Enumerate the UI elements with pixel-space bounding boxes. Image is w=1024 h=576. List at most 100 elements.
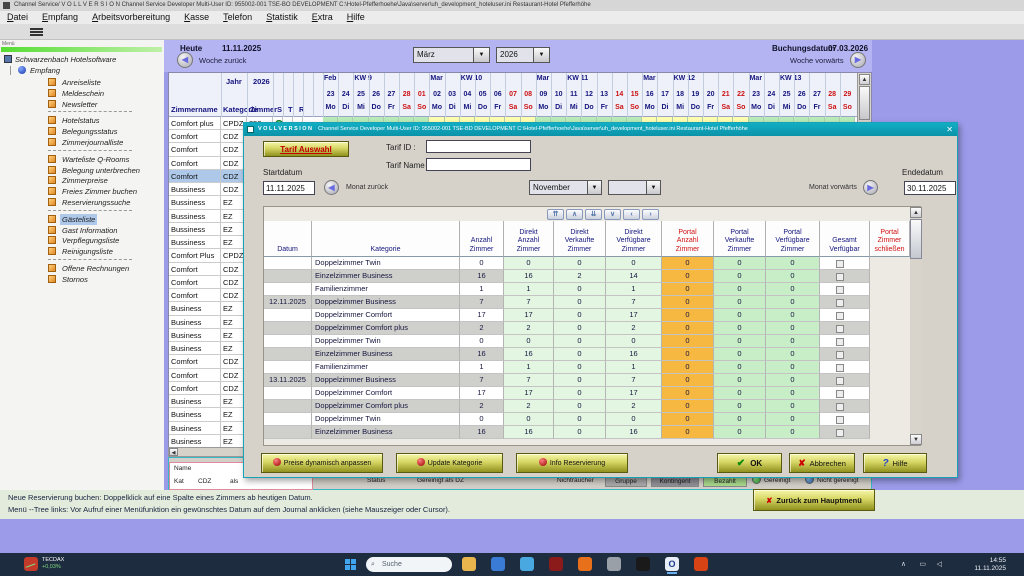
zurueck-hauptmenu-button[interactable]: ✘Zurück zum Hauptmenü xyxy=(753,489,875,511)
tray-speaker-icon[interactable]: ◁ xyxy=(937,560,942,568)
portal-schliessen-checkbox[interactable] xyxy=(836,286,844,294)
hilfe-button[interactable]: ?Hilfe xyxy=(863,453,927,473)
sidebar-item-zimmerjournalliste[interactable]: Zimmerjournalliste xyxy=(0,137,164,148)
tarif-table-row[interactable]: Doppelzimmer Twin0000000 xyxy=(264,413,910,426)
app-orange-icon[interactable] xyxy=(694,557,708,571)
tarif-table-row[interactable]: Einzelzimmer Business1616016000 xyxy=(264,348,910,361)
sidebar-item-warteliste-q-rooms[interactable]: Warteliste Q-Rooms xyxy=(0,154,164,165)
tarif-table-row[interactable]: Doppelzimmer Comfort plus2202000 xyxy=(264,400,910,413)
menu-arbeitsvorbereitung[interactable]: Arbeitsvorbereitung xyxy=(92,11,170,24)
ok-button[interactable]: ✔OK xyxy=(717,453,782,473)
start-button-icon[interactable] xyxy=(345,559,356,570)
sidebar-item-hotelstatus[interactable]: Hotelstatus xyxy=(0,115,164,126)
scroll-to-top-button[interactable]: ⇈ xyxy=(547,209,564,220)
portal-schliessen-checkbox[interactable] xyxy=(836,260,844,268)
portal-schliessen-checkbox[interactable] xyxy=(836,338,844,346)
sidebar-item-freies-zimmer-buchen[interactable]: Freies Zimmer buchen xyxy=(0,186,164,197)
scroll-to-bottom-button[interactable]: ⇊ xyxy=(585,209,602,220)
tarif-table-row[interactable]: Doppelzimmer Twin0000000 xyxy=(264,335,910,348)
scroll-thumb[interactable] xyxy=(859,86,870,120)
search-box[interactable]: ⌕ Suche xyxy=(366,557,452,572)
portal-schliessen-checkbox[interactable] xyxy=(836,325,844,333)
portal-schliessen-checkbox[interactable] xyxy=(836,416,844,424)
scroll-up-button[interactable]: ∧ xyxy=(566,209,583,220)
store-icon[interactable] xyxy=(491,557,505,571)
portal-schliessen-checkbox[interactable] xyxy=(836,403,844,411)
sidebar-item-g-steliste[interactable]: Gästeliste xyxy=(0,214,164,225)
table-scroll-thumb[interactable] xyxy=(910,219,922,259)
portal-schliessen-checkbox[interactable] xyxy=(836,364,844,372)
update-kategorie-button[interactable]: Update Kategorie xyxy=(396,453,503,473)
info-reservierung-button[interactable]: Info Reservierung xyxy=(516,453,628,473)
dialog-second-select[interactable] xyxy=(608,180,646,195)
dialog-month-arrow-icon[interactable]: ▼ xyxy=(587,180,602,195)
portal-schliessen-checkbox[interactable] xyxy=(836,390,844,398)
year-select-arrow-icon[interactable]: ▼ xyxy=(533,47,550,63)
sidebar-item-offene-rechnungen[interactable]: Offene Rechnungen xyxy=(0,263,164,274)
app-o-icon[interactable]: O xyxy=(665,557,679,571)
portal-schliessen-checkbox[interactable] xyxy=(836,429,844,437)
portal-schliessen-checkbox[interactable] xyxy=(836,312,844,320)
endedatum-input[interactable]: 30.11.2025 xyxy=(904,181,956,195)
month-select-arrow-icon[interactable]: ▼ xyxy=(473,47,490,63)
tree-root[interactable]: Schwarzenbach Hotelsoftware xyxy=(0,54,164,65)
tarif-table-row[interactable]: Doppelzimmer Comfort plus2202000 xyxy=(264,322,910,335)
tarif-table-row[interactable]: Doppelzimmer Twin0000000 xyxy=(264,257,910,270)
startdatum-input[interactable]: 11.11.2025 xyxy=(263,181,315,195)
year-select[interactable]: 2026 xyxy=(496,47,533,63)
tarif-table-row[interactable]: Einzelzimmer Business1616016000 xyxy=(264,426,910,439)
portal-schliessen-checkbox[interactable] xyxy=(836,351,844,359)
tray-display-icon[interactable]: ▭ xyxy=(919,560,926,568)
menu-kasse[interactable]: Kasse xyxy=(184,11,209,24)
tarif-table-row[interactable]: Doppelzimmer Comfort1717017000 xyxy=(264,309,910,322)
tray-chevron-icon[interactable]: ∧ xyxy=(901,560,906,568)
scroll-down-button[interactable]: ∨ xyxy=(604,209,621,220)
sidebar-item-reinigungsliste[interactable]: Reinigungsliste xyxy=(0,246,164,257)
sidebar-item-meldeschein[interactable]: Meldeschein xyxy=(0,88,164,99)
scroll-left-button[interactable]: ‹ xyxy=(623,209,640,220)
menu-empfang[interactable]: Empfang xyxy=(42,11,78,24)
scroll-up-icon[interactable]: ▲ xyxy=(859,74,870,85)
tarif-table-row[interactable]: Einzelzimmer Business1616214000 xyxy=(264,270,910,283)
hamburger-menu-icon[interactable] xyxy=(30,28,43,36)
stocks-widget[interactable]: TECDAX +0,03% xyxy=(42,557,64,571)
terminal-icon[interactable] xyxy=(636,557,650,571)
tarif-id-input[interactable] xyxy=(426,140,531,153)
portal-schliessen-checkbox[interactable] xyxy=(836,377,844,385)
tray-clock[interactable]: 14:55 11.11.2025 xyxy=(974,557,1006,573)
table-scroll-down-icon[interactable]: ▼ xyxy=(910,434,922,445)
dialog-second-arrow-icon[interactable]: ▼ xyxy=(646,180,661,195)
sidebar-item-stornos[interactable]: Stornos xyxy=(0,274,164,285)
menu-extra[interactable]: Extra xyxy=(312,11,333,24)
tarif-table-row[interactable]: Doppelzimmer Comfort1717017000 xyxy=(264,387,910,400)
stocks-widget-icon[interactable] xyxy=(24,557,38,571)
monat-zurueck-button[interactable]: ◀ xyxy=(324,180,339,195)
sidebar-item-verpflegungsliste[interactable]: Verpflegungsliste xyxy=(0,235,164,246)
firefox-icon[interactable] xyxy=(578,557,592,571)
scroll-right-button[interactable]: › xyxy=(642,209,659,220)
monat-vorwaerts-button[interactable]: ▶ xyxy=(863,180,878,195)
dialog-month-select[interactable]: November xyxy=(529,180,587,195)
app-red-icon[interactable] xyxy=(549,557,563,571)
tarif-name-input[interactable] xyxy=(426,158,531,171)
menu-statistik[interactable]: Statistik xyxy=(266,11,298,24)
menu-datei[interactable]: Datei xyxy=(7,11,28,24)
menu-hilfe[interactable]: Hilfe xyxy=(347,11,365,24)
sidebar-item-anreiseliste[interactable]: Anreiseliste xyxy=(0,77,164,88)
sidebar-item-belegung-unterbrechen[interactable]: Belegung unterbrechen xyxy=(0,165,164,176)
tarif-table-row[interactable]: Familienzimmer1101000 xyxy=(264,283,910,296)
sidebar-item-newsletter[interactable]: Newsletter xyxy=(0,99,164,110)
abbrechen-button[interactable]: ✘Abbrechen xyxy=(789,453,855,473)
month-select[interactable]: März xyxy=(413,47,473,63)
sidebar-item-reservierungssuche[interactable]: Reservierungssuche xyxy=(0,197,164,208)
preise-dynamisch-button[interactable]: Preise dynamisch anpassen xyxy=(261,453,383,473)
menu-telefon[interactable]: Telefon xyxy=(223,11,252,24)
tree-section-empfang[interactable]: Empfang xyxy=(0,65,164,76)
table-scroll-up-icon[interactable]: ▲ xyxy=(910,207,922,218)
photos-icon[interactable] xyxy=(520,557,534,571)
sidebar-item-gast-information[interactable]: Gast Information xyxy=(0,225,164,236)
week-forward-button[interactable]: ▶ xyxy=(850,52,866,68)
sidebar-item-belegungsstatus[interactable]: Belegungsstatus xyxy=(0,126,164,137)
portal-schliessen-checkbox[interactable] xyxy=(836,299,844,307)
table-vertical-scrollbar[interactable]: ▲ ▼ xyxy=(910,207,922,445)
